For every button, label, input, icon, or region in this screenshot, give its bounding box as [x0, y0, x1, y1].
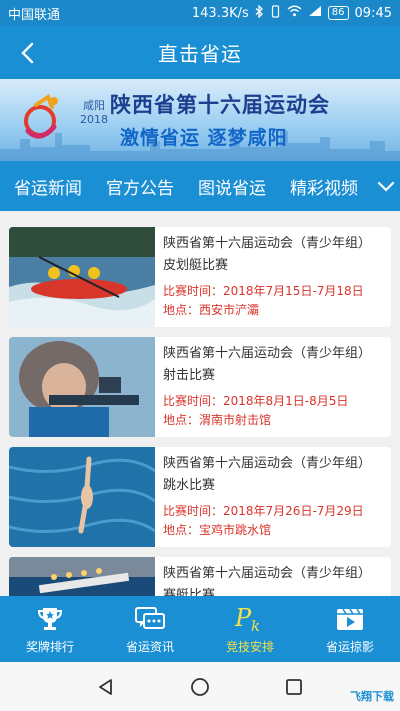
back-triangle-icon[interactable] [96, 677, 116, 697]
event-location: 地点：宝鸡市跳水馆 [163, 523, 272, 537]
bluetooth-icon [255, 3, 264, 22]
nav-label: 奖牌排行 [25, 639, 74, 654]
event-location: 地点：渭南市射击馆 [163, 413, 272, 427]
recents-square-icon[interactable] [284, 677, 304, 697]
home-circle-icon[interactable] [189, 676, 211, 698]
nav-competition-schedule[interactable]: P k 竞技安排 [200, 596, 300, 662]
event-title: 陕西省第十六届运动会（青少年组）射击比赛 [163, 346, 372, 383]
banner-slogan: 激情省运 逐梦咸阳 [120, 127, 288, 149]
event-card[interactable]: 陕西省第十六届运动会（青少年组）射击比赛 比赛时间：2018年8月1日-8月5日… [9, 337, 391, 437]
event-time: 比赛时间：2018年7月26日-7月29日 [163, 504, 364, 518]
event-time: 比赛时间：2018年8月1日-8月5日 [163, 394, 349, 408]
event-card[interactable]: 陕西省第十六届运动会（青少年组）皮划艇比赛 比赛时间：2018年7月15日-7月… [9, 227, 391, 327]
expand-tabs-button[interactable] [372, 161, 400, 211]
nav-label: 省运资讯 [125, 639, 174, 654]
games-banner[interactable]: 咸阳 2018 陕西省第十六届运动会 激情省运 逐梦咸阳 [0, 79, 400, 161]
status-icons: 143.3K/s 86 09:45 [191, 3, 392, 22]
shooting-thumbnail [9, 337, 155, 437]
signal-icon [308, 5, 322, 21]
nav-news[interactable]: 省运资讯 [100, 596, 200, 662]
nav-highlights[interactable]: 省运掠影 [300, 596, 400, 662]
vibrate-icon [270, 4, 281, 22]
back-arrow-icon [21, 42, 34, 64]
video-icon [334, 604, 366, 634]
tab-official-notice[interactable]: 官方公告 [94, 174, 186, 199]
category-tab-bar: 省运新闻 官方公告 图说省运 精彩视频 [0, 161, 400, 211]
battery-indicator: 86 [327, 6, 349, 20]
chevron-down-icon [377, 181, 395, 192]
nav-label: 竞技安排 [225, 639, 274, 654]
network-speed: 143.3K/s [191, 5, 249, 21]
tab-news[interactable]: 省运新闻 [0, 174, 94, 199]
nav-medal-ranking[interactable]: 奖牌排行 [0, 596, 100, 662]
tab-videos[interactable]: 精彩视频 [278, 174, 370, 199]
banner-city-name: 咸阳 [83, 99, 105, 112]
event-title: 陕西省第十六届运动会（青少年组）赛艇比赛 [163, 566, 372, 596]
clock: 09:45 [354, 5, 392, 21]
event-title: 陕西省第十六届运动会（青少年组）跳水比赛 [163, 456, 372, 493]
pk-icon: P k [234, 604, 266, 634]
tab-photo-story[interactable]: 图说省运 [186, 174, 278, 199]
diving-thumbnail [9, 447, 155, 547]
event-time: 比赛时间：2018年7月15日-7月18日 [163, 284, 364, 298]
chat-icon [134, 604, 166, 634]
wifi-icon [287, 5, 302, 21]
svg-text:k: k [251, 617, 260, 634]
nav-label: 省运掠影 [325, 639, 374, 654]
banner-city: 咸阳 2018 [80, 99, 108, 127]
games-logo-icon [24, 93, 58, 139]
svg-text:P: P [234, 604, 252, 632]
system-navigation-bar [0, 662, 400, 711]
bottom-nav: 奖牌排行 省运资讯 P k 竞技安排 省运掠影 [0, 596, 400, 662]
back-button[interactable] [12, 38, 42, 68]
page-title: 直击省运 [158, 42, 242, 66]
app-header: 直击省运 [0, 26, 400, 79]
event-title: 陕西省第十六届运动会（青少年组）皮划艇比赛 [163, 236, 372, 273]
watermark-logo: 飞翔下载 [350, 690, 394, 703]
event-list[interactable]: 陕西省第十六届运动会（青少年组）皮划艇比赛 比赛时间：2018年7月15日-7月… [0, 211, 400, 596]
banner-year: 2018 [80, 113, 108, 126]
event-card[interactable]: 陕西省第十六届运动会（青少年组）跳水比赛 比赛时间：2018年7月26日-7月2… [9, 447, 391, 547]
event-location: 地点：西安市浐灞 [163, 303, 260, 317]
status-bar: 中国联通 143.3K/s 86 09:45 [0, 0, 400, 26]
kayak-thumbnail [9, 227, 155, 327]
carrier-label: 中国联通 [8, 7, 61, 23]
rowing-thumbnail [9, 557, 155, 596]
banner-title: 陕西省第十六届运动会 [110, 93, 330, 117]
trophy-icon [34, 604, 66, 634]
event-card[interactable]: 陕西省第十六届运动会（青少年组）赛艇比赛 [9, 557, 391, 596]
